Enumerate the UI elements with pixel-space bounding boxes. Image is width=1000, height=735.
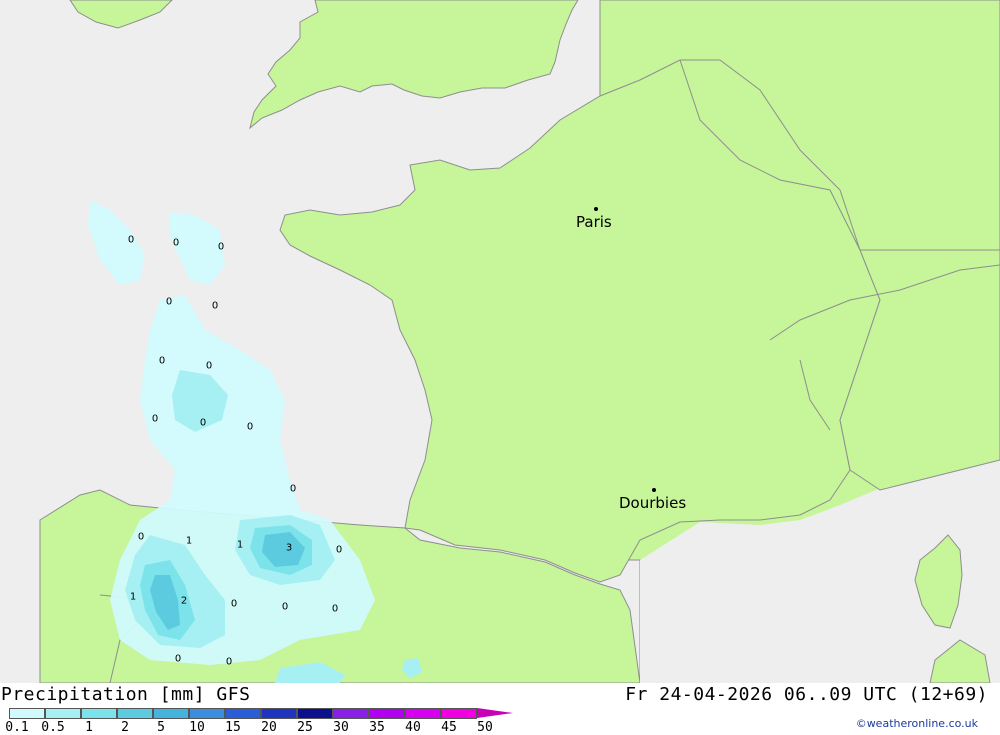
precip-value: 1: [185, 535, 193, 547]
scale-segment: [405, 708, 441, 719]
precip-value: 0: [225, 656, 233, 668]
ireland-fragment: [69, 0, 173, 29]
precip-value: 0: [172, 237, 180, 249]
scale-segment: [81, 708, 117, 719]
scale-segment: [225, 708, 261, 719]
precip-value: 0: [289, 483, 297, 495]
scale-segment: [333, 708, 369, 719]
dourbies-marker: [652, 488, 656, 492]
precip-value: 0: [158, 355, 166, 367]
weather-map: Paris Dourbies 0 0 0 0 0 0 0 0 0 0 0 0 0…: [0, 0, 1000, 683]
precip-value: 0: [281, 601, 289, 613]
precip-value: 0: [205, 360, 213, 372]
precip-value: 3: [285, 542, 293, 554]
scale-segment: [153, 708, 189, 719]
map-title: Precipitation [mm] GFS: [1, 684, 251, 705]
precip-value: 0: [217, 241, 225, 253]
map-datetime: Fr 24-04-2026 06..09 UTC (12+69): [625, 684, 988, 705]
scale-segment: [369, 708, 405, 719]
city-label-dourbies: Dourbies: [619, 494, 687, 512]
scale-segment: [117, 708, 153, 719]
precip-value: 1: [236, 539, 244, 551]
scale-segment: [9, 708, 45, 719]
england-landmass: [249, 0, 579, 130]
precip-value: 0: [137, 531, 145, 543]
precip-value: 2: [180, 595, 188, 607]
precip-scale-ticks: 0.1 0.5 1 2 5 10 15 20 25 30 35 40 45 50: [0, 720, 560, 735]
precip-value: 0: [199, 417, 207, 429]
france-landmass: [279, 59, 881, 583]
precip-color-scale: [9, 708, 513, 719]
precip-value: 0: [127, 234, 135, 246]
precip-value: 0: [246, 421, 254, 433]
scale-segment: [297, 708, 333, 719]
precip-value: 0: [230, 598, 238, 610]
precip-value: 0: [151, 413, 159, 425]
credit-link[interactable]: ©weatheronline.co.uk: [856, 717, 978, 730]
precip-value: 0: [165, 296, 173, 308]
legend-footer: Precipitation [mm] GFS Fr 24-04-2026 06.…: [0, 683, 1000, 735]
precip-value: 1: [129, 591, 137, 603]
precip-value: 0: [331, 603, 339, 615]
precip-value: 0: [335, 544, 343, 556]
precip-value: 0: [211, 300, 219, 312]
scale-segment: [441, 708, 477, 719]
scale-segment: [261, 708, 297, 719]
precip-area-light: [88, 200, 145, 285]
city-label-paris: Paris: [576, 213, 612, 231]
precip-area-light: [170, 212, 225, 285]
scale-segment: [189, 708, 225, 719]
map-graphic: [39, 0, 1000, 683]
scale-segment: [45, 708, 81, 719]
paris-marker: [594, 207, 598, 211]
precip-value: 0: [174, 653, 182, 665]
scale-arrow: [477, 708, 513, 718]
